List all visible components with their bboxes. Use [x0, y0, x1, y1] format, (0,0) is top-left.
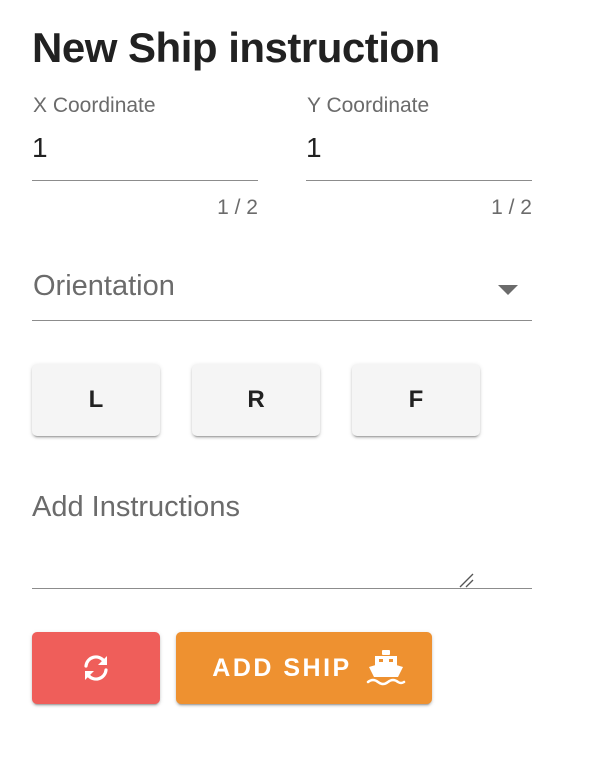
x-coordinate-input[interactable] [32, 128, 258, 168]
y-coordinate-input[interactable] [306, 128, 532, 168]
add-ship-label: ADD SHIP [212, 653, 352, 682]
x-coordinate-label: X Coordinate [33, 94, 156, 117]
add-ship-button[interactable]: ADD SHIP [176, 632, 432, 704]
y-coordinate-label: Y Coordinate [307, 94, 430, 117]
orientation-select[interactable]: Orientation [32, 262, 532, 322]
ship-icon [366, 649, 406, 687]
page-title: New Ship instruction [32, 24, 440, 71]
forward-button[interactable]: F [352, 364, 480, 436]
instructions-underline [32, 588, 532, 589]
y-coordinate-counter: 1 / 2 [491, 196, 532, 219]
reset-button[interactable] [32, 632, 160, 704]
x-coordinate-field: X Coordinate 1 / 2 [32, 94, 258, 224]
orientation-underline [32, 320, 532, 321]
y-coordinate-underline [306, 180, 532, 181]
resize-handle-icon[interactable] [458, 572, 474, 588]
refresh-icon [80, 652, 112, 684]
x-coordinate-counter: 1 / 2 [217, 196, 258, 219]
turn-left-button[interactable]: L [32, 364, 160, 436]
orientation-label: Orientation [33, 270, 175, 302]
instructions-field [32, 484, 532, 590]
y-coordinate-field: Y Coordinate 1 / 2 [306, 94, 532, 224]
x-coordinate-underline [32, 180, 258, 181]
instructions-textarea[interactable] [32, 488, 532, 582]
chevron-down-icon [498, 285, 518, 295]
new-ship-form: New Ship instruction X Coordinate 1 / 2 … [0, 0, 600, 760]
turn-right-button[interactable]: R [192, 364, 320, 436]
